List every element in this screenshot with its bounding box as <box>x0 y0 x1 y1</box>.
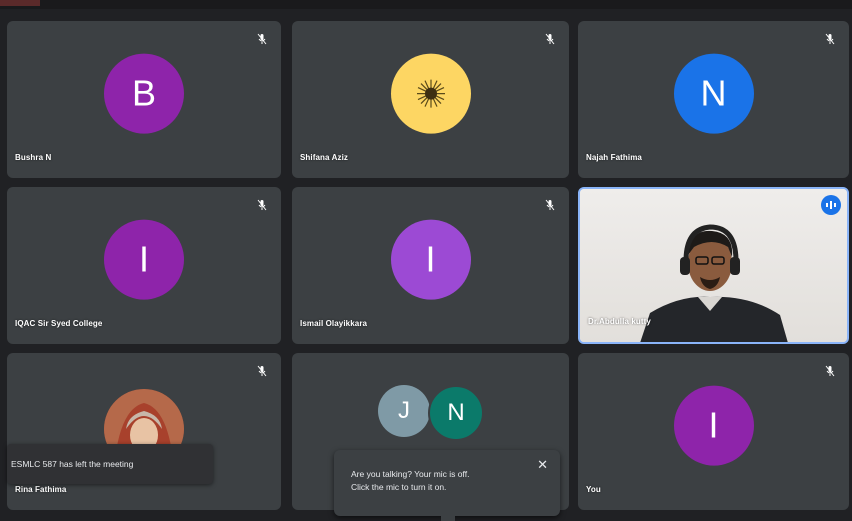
avatar <box>390 53 471 134</box>
avatar: J <box>378 385 430 437</box>
mic-off-icon <box>825 33 835 45</box>
participant-name: Bushra N <box>15 153 52 162</box>
participant-name: Rina Fathima <box>15 485 67 494</box>
participant-name: Dr.Abdulla kutty <box>588 317 651 326</box>
avatar: N <box>428 385 484 441</box>
participant-name: You <box>586 485 601 494</box>
participant-name: IQAC Sir Syed College <box>15 319 103 328</box>
mic-off-icon <box>545 33 555 45</box>
participant-name: Shifana Aziz <box>300 153 349 162</box>
participant-tile[interactable]: N Najah Fathima <box>578 21 849 178</box>
participant-name: Najah Fathima <box>586 153 642 162</box>
avatar: I <box>673 385 754 466</box>
toast-text: ESMLC 587 has left the meeting <box>11 459 134 469</box>
avatar: N <box>673 53 754 134</box>
participant-tile[interactable]: B Bushra N <box>7 21 281 178</box>
toast-line: Click the mic to turn it on. <box>351 482 447 492</box>
participant-tile-video[interactable]: Dr.Abdulla kutty <box>578 187 849 344</box>
flower-icon <box>416 79 445 108</box>
avatar: B <box>104 53 184 134</box>
mic-off-icon <box>257 199 267 211</box>
participant-tile[interactable]: Rina Fathima <box>7 353 281 510</box>
close-icon[interactable]: ✕ <box>537 458 548 471</box>
audio-wave-icon <box>821 195 841 215</box>
mic-off-toast: Are you talking? Your mic is off. Click … <box>334 450 560 516</box>
participant-tile[interactable]: I IQAC Sir Syed College <box>7 187 281 344</box>
mic-off-icon <box>825 365 835 377</box>
participant-tile-self[interactable]: I You <box>578 353 849 510</box>
top-strip <box>0 0 852 9</box>
toast-line: Are you talking? Your mic is off. <box>351 469 470 479</box>
toast-pointer <box>441 515 455 521</box>
participant-tile[interactable]: I Ismail Olayikkara <box>292 187 569 344</box>
avatar: I <box>390 219 471 300</box>
mic-off-icon <box>257 365 267 377</box>
mic-off-icon <box>545 199 555 211</box>
participant-name: Ismail Olayikkara <box>300 319 368 328</box>
top-strip-accent <box>0 0 40 6</box>
avatar: I <box>104 219 184 300</box>
participant-tile[interactable]: Shifana Aziz <box>292 21 569 178</box>
mic-off-icon <box>257 33 267 45</box>
left-meeting-toast: ESMLC 587 has left the meeting <box>7 444 213 484</box>
